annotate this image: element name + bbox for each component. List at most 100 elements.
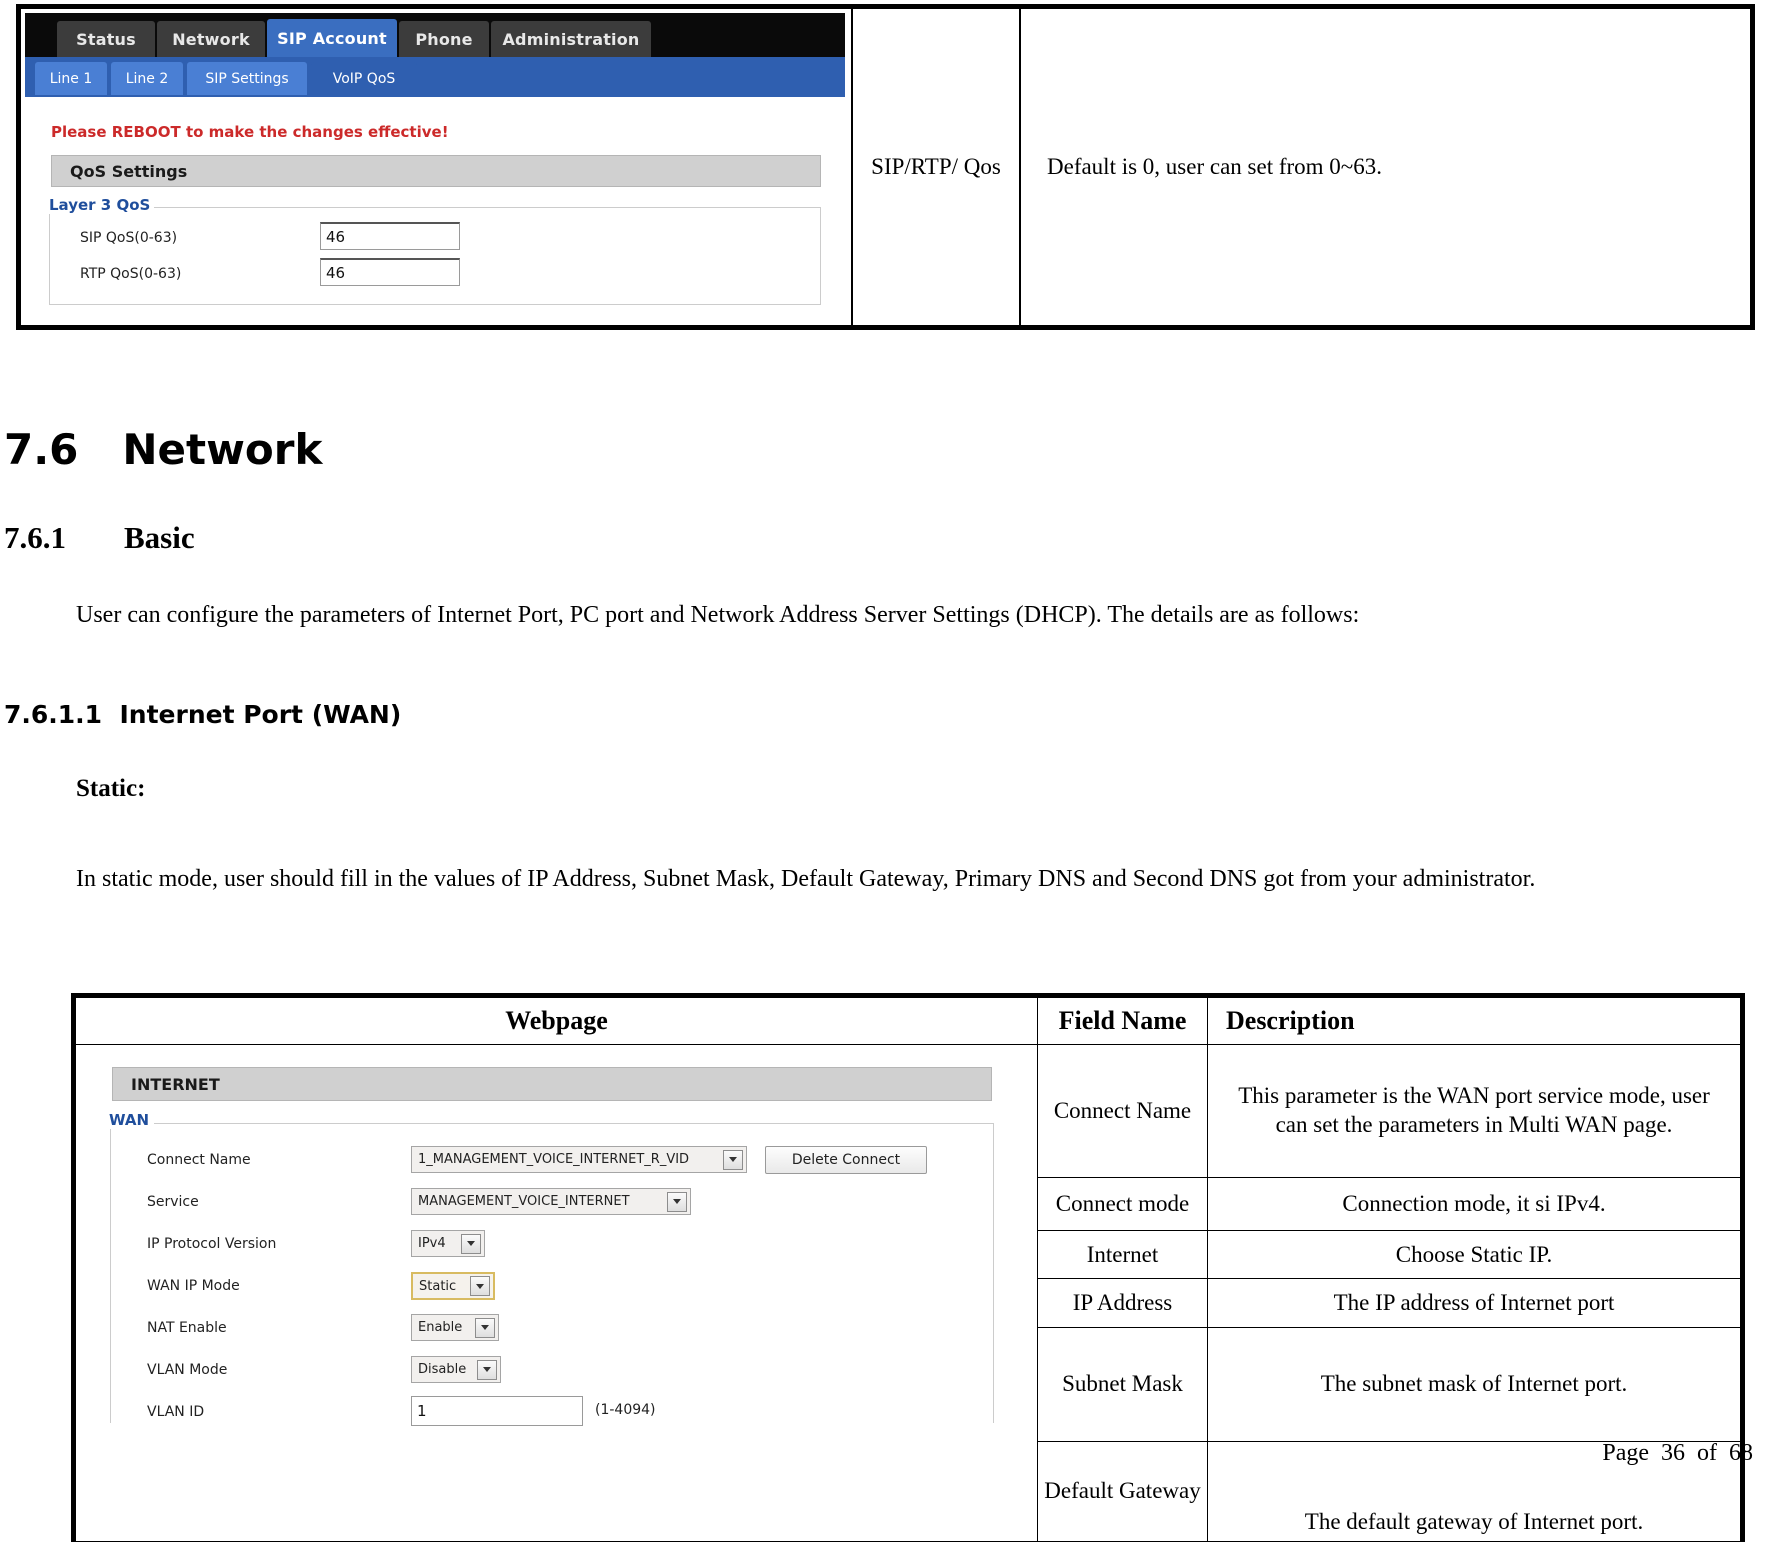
vlan-id-range-hint: (1-4094)	[595, 1402, 656, 1418]
vlan-mode-value: Disable	[418, 1362, 467, 1377]
sub-tab-line-2[interactable]: Line 2	[111, 62, 183, 95]
wan-ip-mode-label: WAN IP Mode	[147, 1278, 240, 1294]
internet-section-bar: INTERNET	[112, 1067, 992, 1101]
vlan-id-label: VLAN ID	[147, 1404, 205, 1420]
top-table-webpage-cell: Status Network SIP Account Phone Adminis…	[21, 9, 853, 325]
chevron-down-icon[interactable]	[470, 1276, 490, 1296]
sip-qos-router-screenshot: Status Network SIP Account Phone Adminis…	[25, 13, 845, 323]
intro-paragraph: User can configure the parameters of Int…	[76, 602, 1360, 628]
sub-tab-voip-qos[interactable]: VoIP QoS	[311, 62, 417, 95]
chevron-down-icon[interactable]	[475, 1317, 495, 1338]
nav-tab-phone-label: Phone	[415, 29, 473, 49]
chevron-down-icon[interactable]	[667, 1191, 687, 1212]
header-field-name: Field Name	[1037, 997, 1208, 1045]
vlan-mode-select[interactable]: Disable	[411, 1356, 501, 1383]
layer3-qos-group-label: Layer 3 QoS	[45, 196, 155, 214]
field-subnet-mask: Subnet Mask	[1037, 1326, 1208, 1442]
field-connect-mode: Connect mode	[1037, 1177, 1208, 1232]
header-description: Description	[1207, 997, 1741, 1045]
router-subnavbar: Line 1 Line 2 SIP Settings VoIP QoS	[25, 57, 845, 97]
service-value: MANAGEMENT_VOICE_INTERNET	[418, 1194, 630, 1209]
vlan-id-input[interactable]: 1	[411, 1396, 583, 1426]
table-row: INTERNET WAN Connect Name 1_MANAGEMENT_V…	[75, 1043, 1741, 1542]
nav-tab-sip-account-label: SIP Account	[277, 28, 387, 48]
top-table-description-cell: Default is 0, user can set from 0~63.	[1021, 9, 1750, 325]
desc-ip-address: The IP address of Internet port	[1207, 1278, 1741, 1328]
desc-connect-mode: Connection mode, it si IPv4.	[1207, 1177, 1741, 1232]
desc-connect-name: This parameter is the WAN port service m…	[1207, 1043, 1741, 1179]
chevron-down-icon[interactable]	[723, 1149, 743, 1170]
delete-connect-label: Delete Connect	[791, 1152, 901, 1168]
nav-tab-administration-label: Administration	[502, 29, 640, 49]
internet-section-title: INTERNET	[131, 1074, 220, 1094]
nav-tab-phone[interactable]: Phone	[399, 21, 489, 57]
page-number: Page 36 of 68	[1602, 1440, 1753, 1466]
nat-enable-select[interactable]: Enable	[411, 1314, 499, 1341]
field-connect-name: Connect Name	[1037, 1043, 1208, 1179]
wan-webpage-cell: INTERNET WAN Connect Name 1_MANAGEMENT_V…	[75, 1044, 1038, 1542]
qos-reference-table: Status Network SIP Account Phone Adminis…	[16, 4, 1755, 330]
sub-tab-voip-qos-label: VoIP QoS	[332, 70, 396, 87]
field-default-gateway-text: Default Gateway	[1044, 1478, 1201, 1504]
nav-tab-administration[interactable]: Administration	[491, 21, 651, 57]
internet-wan-router-screenshot: INTERNET WAN Connect Name 1_MANAGEMENT_V…	[82, 1049, 1028, 1429]
field-ip-address: IP Address	[1037, 1278, 1208, 1328]
router-navbar: Status Network SIP Account Phone Adminis…	[25, 13, 845, 57]
desc-subnet-mask: The subnet mask of Internet port.	[1207, 1326, 1741, 1442]
chevron-down-icon[interactable]	[477, 1359, 497, 1380]
ip-protocol-version-label: IP Protocol Version	[147, 1236, 277, 1252]
sub-tab-line-2-label: Line 2	[125, 70, 169, 87]
nat-enable-value: Enable	[418, 1320, 463, 1335]
wan-fieldset: Connect Name 1_MANAGEMENT_VOICE_INTERNET…	[110, 1123, 994, 1426]
field-internet: Internet	[1037, 1230, 1208, 1280]
top-table-field-name-text: SIP/RTP/ Qos	[871, 154, 1001, 179]
header-webpage: Webpage	[75, 997, 1038, 1045]
sip-qos-value: 46	[326, 227, 346, 246]
wan-ip-mode-select[interactable]: Static	[411, 1272, 495, 1300]
top-table-description-text: Default is 0, user can set from 0~63.	[1047, 154, 1382, 179]
sub-tab-sip-settings[interactable]: SIP Settings	[187, 62, 307, 95]
wan-group-label: WAN	[104, 1111, 155, 1129]
qos-settings-section-bar: QoS Settings	[51, 155, 821, 187]
section-heading-7-6-1-1: 7.6.1.1 Internet Port (WAN)	[4, 700, 402, 729]
service-select[interactable]: MANAGEMENT_VOICE_INTERNET	[411, 1188, 691, 1215]
rtp-qos-label: RTP QoS(0-63)	[80, 266, 182, 282]
delete-connect-button[interactable]: Delete Connect	[765, 1146, 927, 1174]
top-table-field-name-cell: SIP/RTP/ Qos	[853, 9, 1021, 325]
static-lead-label: Static:	[76, 775, 146, 802]
nav-tab-sip-account[interactable]: SIP Account	[267, 19, 397, 57]
section-heading-7-6: 7.6 Network	[4, 425, 322, 474]
connect-name-value: 1_MANAGEMENT_VOICE_INTERNET_R_VID	[418, 1152, 690, 1167]
field-default-gateway: Default Gateway	[1037, 1440, 1208, 1542]
connect-name-select[interactable]: 1_MANAGEMENT_VOICE_INTERNET_R_VID	[411, 1146, 747, 1173]
section-heading-7-6-1-title: Basic	[124, 520, 195, 555]
nav-tab-network[interactable]: Network	[157, 21, 265, 57]
rtp-qos-input[interactable]: 46	[320, 258, 460, 286]
section-heading-7-6-1: 7.6.1 Basic	[4, 520, 195, 556]
vlan-id-value: 1	[417, 1402, 427, 1420]
desc-internet: Choose Static IP.	[1207, 1230, 1741, 1280]
ip-protocol-version-select[interactable]: IPv4	[411, 1230, 485, 1257]
nav-tab-status-label: Status	[76, 29, 136, 49]
ip-protocol-version-value: IPv4	[418, 1236, 446, 1251]
chevron-down-icon[interactable]	[461, 1233, 481, 1254]
sip-qos-input[interactable]: 46	[320, 222, 460, 250]
wan-ip-mode-value: Static	[419, 1278, 457, 1294]
sub-tab-line-1-label: Line 1	[49, 70, 93, 87]
sip-qos-label: SIP QoS(0-63)	[80, 230, 178, 246]
sub-tab-line-1[interactable]: Line 1	[35, 62, 107, 95]
qos-settings-title: QoS Settings	[70, 161, 188, 181]
service-label: Service	[147, 1194, 199, 1210]
section-heading-7-6-title: Network	[122, 425, 323, 474]
sub-tab-sip-settings-label: SIP Settings	[205, 70, 289, 87]
nav-tab-network-label: Network	[172, 29, 250, 49]
table-header-row: Webpage Field Name Description	[75, 997, 1741, 1045]
reboot-warning-message: Please REBOOT to make the changes effect…	[51, 123, 449, 141]
layer3-qos-fieldset: SIP QoS(0-63) 46 RTP QoS(0-63) 46	[49, 207, 821, 305]
qos-panel-body: Please REBOOT to make the changes effect…	[25, 97, 845, 323]
section-heading-7-6-1-number: 7.6.1	[4, 520, 66, 555]
wan-reference-table: Webpage Field Name Description INTERNET …	[71, 993, 1745, 1542]
section-heading-7-6-number: 7.6	[4, 425, 79, 474]
nat-enable-label: NAT Enable	[147, 1320, 227, 1336]
nav-tab-status[interactable]: Status	[57, 21, 155, 57]
